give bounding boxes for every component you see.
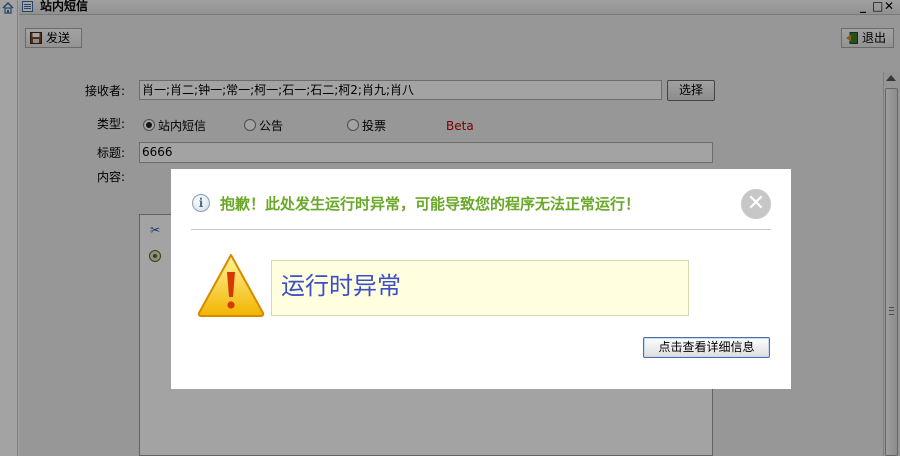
close-dialog-button[interactable]: ✕ (741, 189, 771, 219)
info-icon: i (192, 194, 210, 212)
error-title-box: 运行时异常 (271, 260, 689, 316)
error-title: 运行时异常 (281, 272, 401, 300)
warning-icon (197, 254, 265, 317)
dialog-divider (191, 229, 771, 230)
error-dialog: i 抱歉！此处发生运行时异常，可能导致您的程序无法正常运行！ ✕ 运行时异常 点… (171, 169, 791, 389)
dialog-message: 抱歉！此处发生运行时异常，可能导致您的程序无法正常运行！ (220, 195, 641, 213)
view-details-button[interactable]: 点击查看详细信息 (643, 337, 770, 358)
